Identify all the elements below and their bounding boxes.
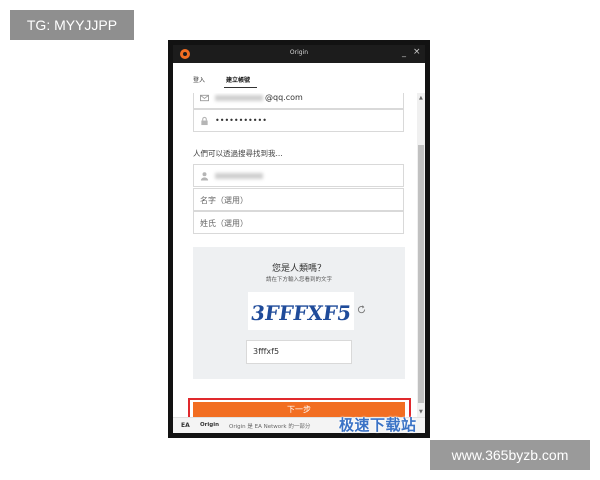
redacted-email-prefix — [215, 94, 263, 101]
minimize-button[interactable]: _ — [402, 48, 406, 57]
email-value: @qq.com — [265, 93, 303, 102]
footer-text: Origin 是 EA Network 的一部分 — [229, 424, 311, 430]
lock-icon — [201, 116, 208, 126]
title-bar: Origin _ × — [173, 45, 425, 63]
watermark: 极速下载站 — [339, 416, 417, 434]
ea-logo: EA — [181, 422, 190, 429]
captcha-title: 您是人類嗎？ — [271, 264, 326, 274]
origin-window: Origin _ × 登入 建立帳號 @qq.com ••••••••••• 人… — [168, 40, 430, 438]
username-value — [215, 171, 265, 180]
first-name-placeholder: 名字（選用） — [200, 196, 248, 205]
form-content: @qq.com ••••••••••• 人們可以透過搜尋找到我... 名字（選用… — [173, 93, 417, 433]
site-badge: www.365byzb.com — [430, 440, 590, 470]
scroll-down-arrow-icon[interactable]: ▼ — [419, 409, 423, 415]
last-name-field[interactable]: 姓氏（選用） — [193, 211, 404, 234]
window-body: Origin _ × 登入 建立帳號 @qq.com ••••••••••• 人… — [173, 45, 425, 433]
origin-footer-logo: Origin — [200, 422, 220, 428]
refresh-icon[interactable] — [357, 305, 366, 314]
tab-bar: 登入 建立帳號 — [173, 63, 425, 111]
captcha-subtitle: 請在下方輸入您看到的文字 — [265, 277, 332, 283]
window-title: Origin — [289, 49, 309, 56]
tab-create-account[interactable]: 建立帳號 — [226, 75, 250, 84]
tab-login[interactable]: 登入 — [193, 75, 205, 84]
scrollbar-thumb[interactable] — [418, 145, 424, 403]
captcha-panel: 您是人類嗎？ 請在下方輸入您看到的文字 3FFFXF5 3fffxf5 — [193, 247, 405, 379]
close-button[interactable]: × — [413, 47, 421, 57]
username-field[interactable] — [193, 164, 404, 187]
captcha-input[interactable]: 3fffxf5 — [246, 340, 352, 364]
active-tab-underline — [224, 87, 257, 88]
captcha-image-text: 3FFFXF5 — [249, 301, 353, 325]
mail-icon — [200, 94, 209, 102]
last-name-placeholder: 姓氏（選用） — [200, 219, 248, 228]
first-name-field[interactable]: 名字（選用） — [193, 188, 404, 211]
password-field[interactable]: ••••••••••• — [193, 109, 404, 132]
scroll-up-arrow-icon[interactable]: ▲ — [419, 95, 423, 101]
tg-badge: TG: MYYJJPP — [10, 10, 134, 40]
email-field[interactable]: @qq.com — [193, 93, 404, 109]
user-icon — [200, 172, 209, 181]
password-value: ••••••••••• — [215, 116, 267, 125]
discover-label: 人們可以透過搜尋找到我... — [193, 149, 283, 158]
captcha-image: 3FFFXF5 — [248, 292, 354, 330]
redacted-username — [215, 172, 263, 179]
email-value-row: @qq.com — [215, 93, 303, 102]
